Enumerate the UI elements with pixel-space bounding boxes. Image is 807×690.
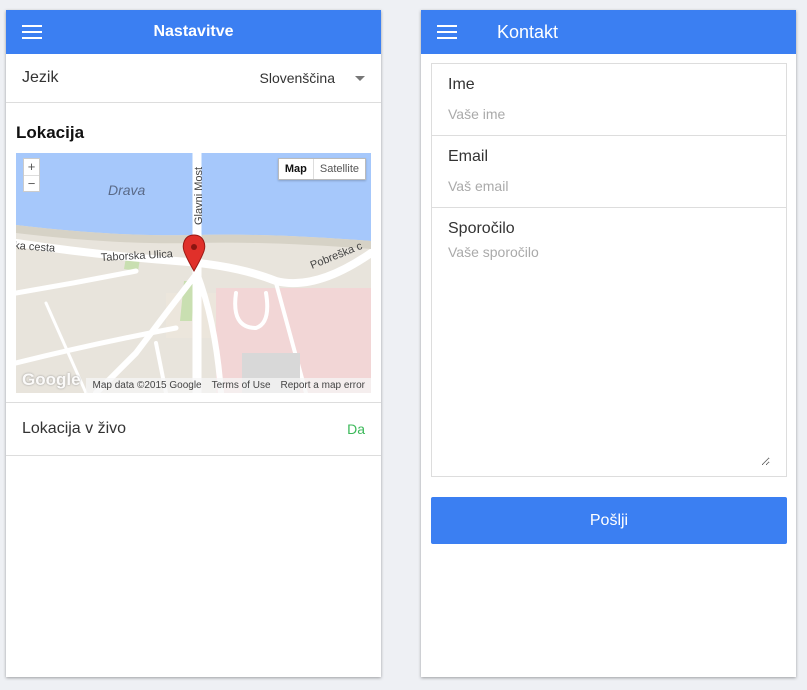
settings-screen: Nastavitve Jezik Slovenščina Lokacija Dr… — [6, 10, 381, 677]
settings-app-bar: Nastavitve — [6, 10, 381, 54]
send-button[interactable]: Pošlji — [431, 497, 787, 544]
live-location-row: Lokacija v živo Da — [6, 402, 381, 456]
zoom-in-button[interactable]: + — [24, 159, 39, 175]
language-select[interactable]: Slovenščina — [259, 70, 365, 86]
message-field-group: Sporočilo — [432, 208, 786, 476]
live-location-toggle[interactable]: Da — [347, 421, 365, 437]
map-attribution: Map data ©2015 Google Terms of Use Repor… — [86, 378, 371, 393]
map-canvas: Drava Taborska Ulica ka cesta Glavni Mos… — [16, 153, 371, 393]
map-type-map-button[interactable]: Map — [279, 159, 313, 179]
email-label: Email — [448, 148, 489, 165]
river-label: Drava — [108, 182, 146, 198]
zoom-out-button[interactable]: − — [24, 175, 39, 191]
message-textarea[interactable] — [448, 244, 770, 466]
language-row: Jezik Slovenščina — [6, 54, 381, 103]
live-location-label: Lokacija v živo — [22, 420, 127, 437]
location-map[interactable]: Drava Taborska Ulica ka cesta Glavni Mos… — [16, 153, 371, 393]
map-data-text: Map data ©2015 Google — [92, 380, 202, 391]
contact-app-bar: Kontakt — [421, 10, 796, 54]
contact-screen: Kontakt Ime Email Sporočilo Pošlji — [421, 10, 796, 677]
map-type-control: Map Satellite — [277, 158, 366, 180]
message-label: Sporočilo — [448, 220, 515, 237]
location-section-title: Lokacija — [16, 123, 85, 142]
report-map-error-link[interactable]: Report a map error — [281, 380, 365, 391]
menu-icon[interactable] — [437, 25, 457, 39]
language-label: Jezik — [22, 69, 59, 86]
chevron-down-icon — [355, 75, 365, 81]
name-field-group: Ime — [432, 64, 786, 136]
name-label: Ime — [448, 76, 475, 93]
map-type-satellite-button[interactable]: Satellite — [312, 159, 365, 179]
name-input[interactable] — [448, 104, 770, 124]
contact-form: Ime Email Sporočilo — [431, 63, 787, 477]
page-title: Kontakt — [497, 22, 559, 42]
terms-of-use-link[interactable]: Terms of Use — [212, 380, 271, 391]
google-logo: Google — [22, 370, 81, 389]
email-input[interactable] — [448, 176, 770, 196]
page-title: Nastavitve — [153, 23, 234, 40]
email-field-group: Email — [432, 136, 786, 208]
language-value: Slovenščina — [259, 70, 336, 86]
map-zoom-control: + − — [23, 158, 40, 192]
street-label: Glavni Most — [193, 167, 205, 225]
